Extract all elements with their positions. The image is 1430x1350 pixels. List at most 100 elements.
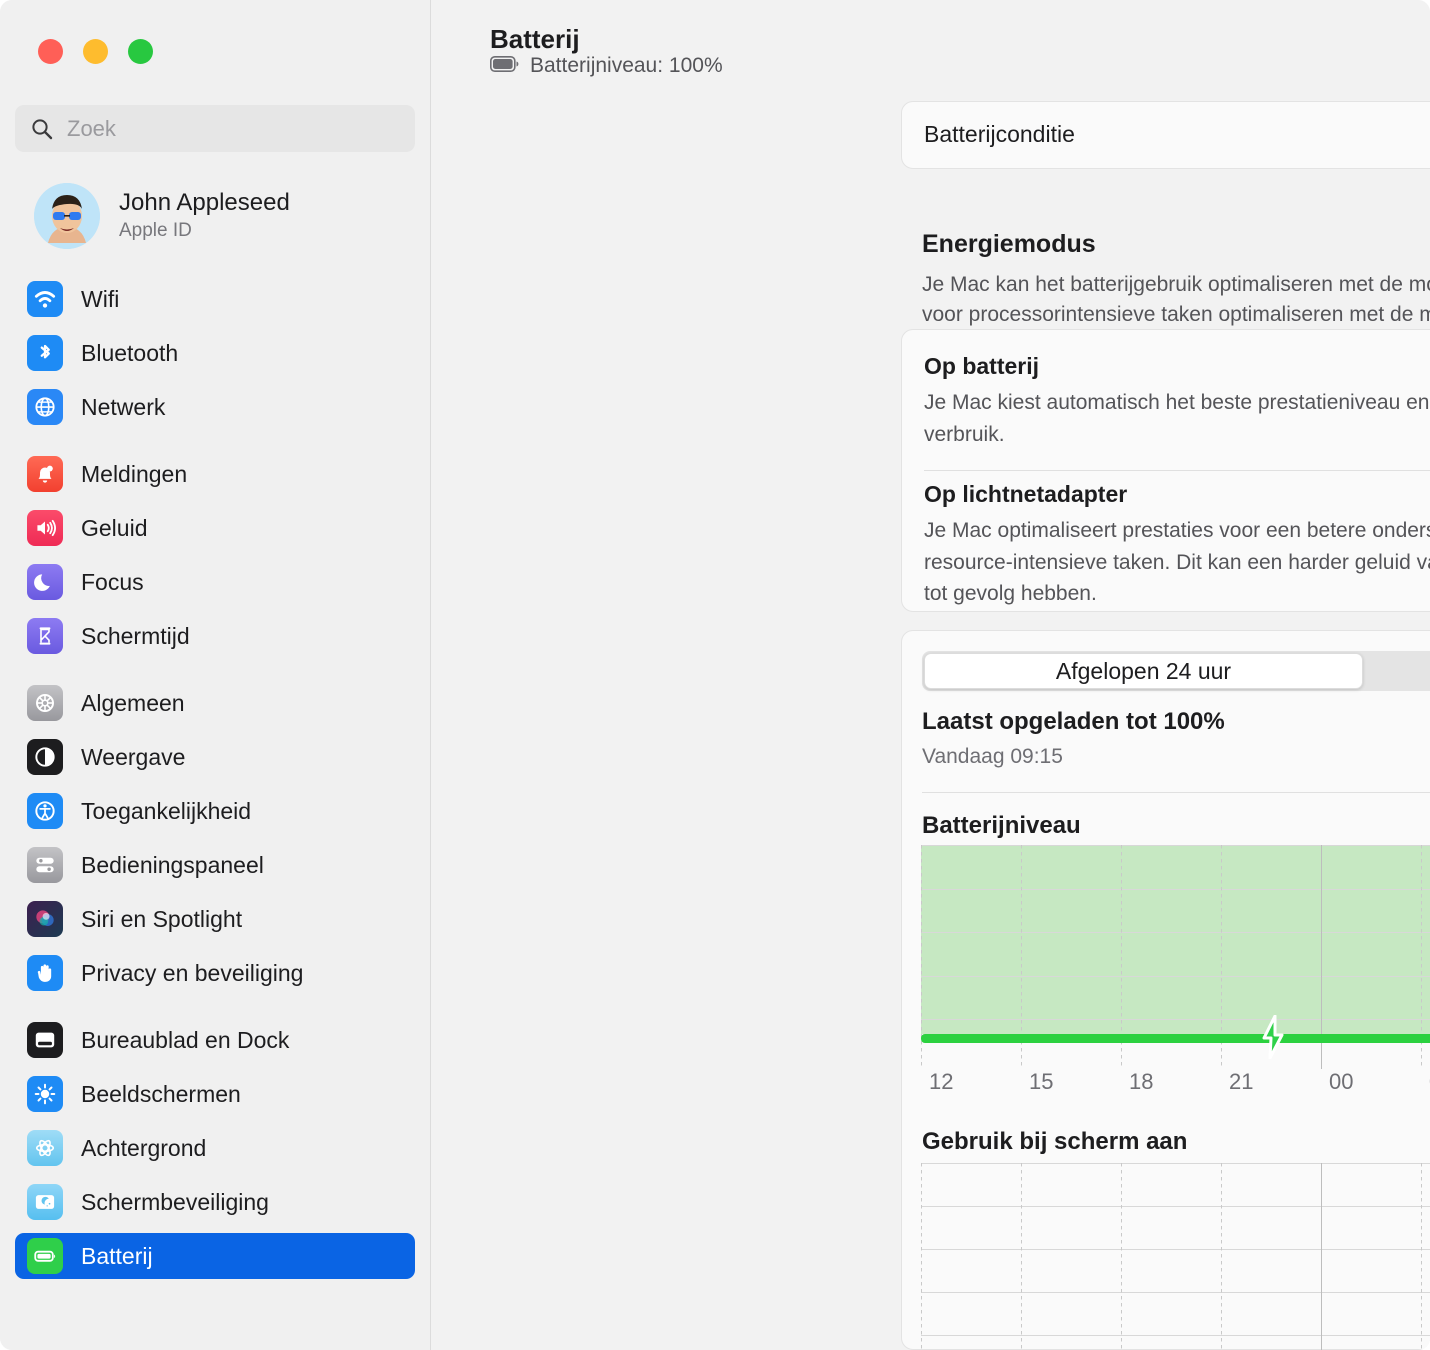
sidebar-item-batterij[interactable]: Batterij xyxy=(15,1233,415,1279)
sidebar-item-algemeen[interactable]: Algemeen xyxy=(15,680,415,726)
brightness-icon xyxy=(27,1076,63,1112)
gear-icon xyxy=(27,685,63,721)
sidebar-group-1: Meldingen Geluid Focus Schermtijd xyxy=(15,451,415,659)
sidebar-item-bureaublad-en-dock[interactable]: Bureaublad en Dock xyxy=(15,1017,415,1063)
sidebar-item-toegankelijkheid[interactable]: Toegankelijkheid xyxy=(15,788,415,834)
gridline-h-2 xyxy=(921,1249,1430,1250)
accessibility-icon xyxy=(27,793,63,829)
control-center-icon xyxy=(27,847,63,883)
screen-on-usage-chart: 60 m30 m0 m xyxy=(921,1163,1430,1336)
xtick-label-4: 00 xyxy=(1329,1069,1353,1095)
bluetooth-icon xyxy=(27,335,63,371)
xtick-label-0: 12 xyxy=(929,1069,953,1095)
battery-level-chart: 100%50%0%1215182100030609 xyxy=(921,845,1430,1021)
sidebar-item-netwerk[interactable]: Netwerk xyxy=(15,384,415,430)
zoom-button[interactable] xyxy=(128,39,153,64)
sidebar-item-geluid[interactable]: Geluid xyxy=(15,505,415,551)
sidebar-item-meldingen[interactable]: Meldingen xyxy=(15,451,415,497)
charging-bolt-icon xyxy=(1256,1015,1290,1059)
sidebar-item-bluetooth[interactable]: Bluetooth xyxy=(15,330,415,376)
charging-track xyxy=(921,1034,1430,1043)
account-subtitle: Apple ID xyxy=(119,218,290,244)
siri-icon xyxy=(27,901,63,937)
sidebar-item-siri-en-spotlight[interactable]: Siri en Spotlight xyxy=(15,896,415,942)
search-input[interactable] xyxy=(67,116,399,142)
gridline-h-3 xyxy=(921,1292,1430,1293)
account-row[interactable]: John Appleseed Apple ID xyxy=(22,180,412,252)
battery-level-line: Batterijniveau: 100% xyxy=(490,54,723,78)
sidebar-item-label: Privacy en beveiliging xyxy=(81,960,303,987)
sidebar-item-achtergrond[interactable]: Achtergrond xyxy=(15,1125,415,1171)
gridline-v-2 xyxy=(1121,1163,1122,1350)
desktop-dock-icon xyxy=(27,1022,63,1058)
last-charged-title: Laatst opgeladen tot 100% xyxy=(922,708,1225,736)
sidebar-item-beeldschermen[interactable]: Beeldschermen xyxy=(15,1071,415,1117)
wallpaper-icon xyxy=(27,1130,63,1166)
sidebar-item-label: Netwerk xyxy=(81,394,165,421)
sidebar-item-label: Meldingen xyxy=(81,461,187,488)
on-adapter-description: Je Mac optimaliseert prestaties voor een… xyxy=(924,515,1430,610)
sidebar-item-label: Batterij xyxy=(81,1243,153,1270)
sidebar-group-2: Algemeen Weergave Toegankelijkheid Bedienin… xyxy=(15,680,415,996)
gridline-v-4 xyxy=(1321,1163,1322,1350)
battery-icon xyxy=(490,56,520,77)
sidebar-item-privacy-en-beveiliging[interactable]: Privacy en beveiliging xyxy=(15,950,415,996)
usage-divider xyxy=(922,792,1430,793)
search-field[interactable] xyxy=(15,105,415,152)
sidebar-group-0: Wifi Bluetooth Netwerk xyxy=(15,276,415,430)
window-controls xyxy=(38,39,153,64)
xtick-label-2: 18 xyxy=(1129,1069,1153,1095)
on-adapter-label: Op lichtnetadapter xyxy=(924,481,1430,508)
sidebar: John Appleseed Apple ID Wifi Bluetooth Net… xyxy=(0,0,431,1350)
sidebar-item-schermbeveiliging[interactable]: Schermbeveiliging xyxy=(15,1179,415,1225)
system-settings-window: John Appleseed Apple ID Wifi Bluetooth Net… xyxy=(0,0,1430,1350)
sidebar-item-label: Geluid xyxy=(81,515,147,542)
sidebar-nav: Wifi Bluetooth Netwerk Meldingen Geluid Focus… xyxy=(15,276,415,1300)
tab-label: Afgelopen 24 uur xyxy=(1056,658,1231,685)
minimize-button[interactable] xyxy=(83,39,108,64)
sidebar-item-label: Bedieningspaneel xyxy=(81,852,264,879)
energy-mode-card: Op batterij Je Mac kiest automatisch het… xyxy=(901,329,1430,612)
hand-privacy-icon xyxy=(27,955,63,991)
last-charged-time: Vandaag 09:15 xyxy=(922,745,1225,769)
battery-condition-card[interactable]: Batterijconditie Normaal i xyxy=(901,101,1430,169)
sidebar-item-focus[interactable]: Focus xyxy=(15,559,415,605)
gridline-h-4 xyxy=(921,1335,1430,1336)
sidebar-item-label: Bluetooth xyxy=(81,340,178,367)
sidebar-item-label: Schermtijd xyxy=(81,623,190,650)
wifi-icon xyxy=(27,281,63,317)
gridline-h-1 xyxy=(921,1206,1430,1207)
energy-mode-description: Je Mac kan het batterijgebruik optimalis… xyxy=(922,270,1430,331)
sidebar-item-label: Weergave xyxy=(81,744,185,771)
tab-afgelopen-10-dagen[interactable]: Afgelopen 10 dagen xyxy=(1363,653,1430,689)
battery-condition-label: Batterijconditie xyxy=(924,121,1075,147)
sidebar-item-label: Beeldschermen xyxy=(81,1081,241,1108)
search-icon xyxy=(31,118,53,140)
close-button[interactable] xyxy=(38,39,63,64)
appearance-icon xyxy=(27,739,63,775)
gridline-h-0 xyxy=(921,845,1430,846)
sidebar-item-schermtijd[interactable]: Schermtijd xyxy=(15,613,415,659)
account-name: John Appleseed xyxy=(119,189,290,218)
avatar xyxy=(34,183,100,249)
battery-icon xyxy=(27,1238,63,1274)
usage-range-segmented-control[interactable]: Afgelopen 24 uur Afgelopen 10 dagen xyxy=(922,651,1430,691)
gridline-v-5 xyxy=(1421,1163,1422,1350)
page-title: Batterij xyxy=(490,24,580,55)
sidebar-item-wifi[interactable]: Wifi xyxy=(15,276,415,322)
gridline-h-2 xyxy=(921,932,1430,933)
sidebar-item-label: Schermbeveiliging xyxy=(81,1189,269,1216)
xtick-label-3: 21 xyxy=(1229,1069,1253,1095)
gridline-v-0 xyxy=(921,1163,922,1350)
sidebar-item-weergave[interactable]: Weergave xyxy=(15,734,415,780)
sidebar-item-label: Focus xyxy=(81,569,144,596)
gridline-v-1 xyxy=(1021,1163,1022,1350)
sidebar-group-3: Bureaublad en Dock Beeldschermen Achtergro… xyxy=(15,1017,415,1279)
on-battery-description: Je Mac kiest automatisch het beste prest… xyxy=(924,387,1430,450)
gridline-h-1 xyxy=(921,889,1430,890)
sidebar-item-bedieningspaneel[interactable]: Bedieningspaneel xyxy=(15,842,415,888)
tab-afgelopen-24-uur[interactable]: Afgelopen 24 uur xyxy=(924,653,1363,689)
sidebar-item-label: Toegankelijkheid xyxy=(81,798,251,825)
xtick-label-1: 15 xyxy=(1029,1069,1053,1095)
gridline-v-3 xyxy=(1221,1163,1222,1350)
